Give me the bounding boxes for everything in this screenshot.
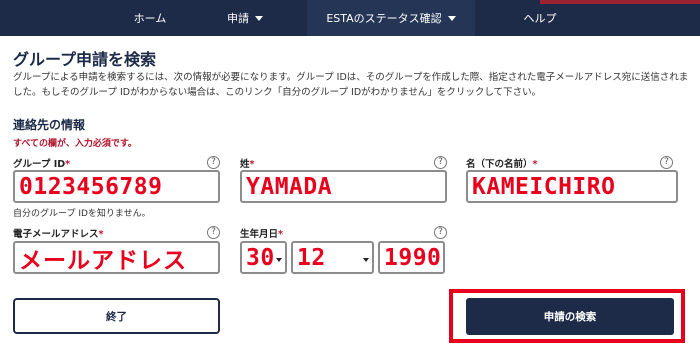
nav-item-label: ホーム bbox=[133, 12, 167, 25]
search-application-button[interactable]: 申請の検索 bbox=[466, 298, 674, 335]
page-description: グループによる申請を検索するには、次の情報が必要になります。グループ IDは、そ… bbox=[13, 72, 689, 98]
group-id-value: 0123456789 bbox=[19, 173, 163, 200]
last-name-label: 姓* bbox=[240, 159, 255, 170]
birth-year-input[interactable]: 1990 bbox=[378, 241, 445, 274]
birth-month-select[interactable]: 12 bbox=[291, 241, 374, 274]
email-value: メールアドレス bbox=[19, 247, 187, 274]
required-mark: * bbox=[65, 159, 71, 170]
question-circle-icon[interactable]: ? bbox=[207, 226, 220, 239]
last-name-value: YAMADA bbox=[246, 173, 333, 200]
caret-down-icon bbox=[363, 258, 369, 262]
question-circle-icon[interactable]: ? bbox=[660, 156, 673, 169]
required-note: すべての欄が、入力必須です。 bbox=[13, 139, 137, 149]
nav-item-label: ヘルプ bbox=[523, 12, 557, 25]
end-button[interactable]: 終了 bbox=[13, 298, 220, 334]
caret-down-icon bbox=[255, 15, 263, 21]
nav-item-home[interactable]: ホーム bbox=[105, 0, 195, 36]
top-navbar: ホーム 申請 ESTAのステータス確認 ヘルプ bbox=[0, 0, 700, 36]
first-name-input[interactable]: KAMEICHIRO bbox=[466, 170, 678, 203]
question-circle-icon[interactable]: ? bbox=[434, 226, 447, 239]
first-name-label: 名（下の名前）* bbox=[466, 159, 538, 170]
first-name-value: KAMEICHIRO bbox=[472, 173, 616, 200]
forgot-group-id-link[interactable]: 自分のグループ IDを知りません。 bbox=[13, 206, 151, 219]
nav-item-label: ESTAのステータス確認 bbox=[326, 12, 442, 25]
nav-item-status-check[interactable]: ESTAのステータス確認 bbox=[307, 0, 475, 36]
question-circle-icon[interactable]: ? bbox=[207, 156, 220, 169]
required-mark: * bbox=[249, 159, 255, 170]
required-mark: * bbox=[278, 229, 283, 240]
nav-item-apply[interactable]: 申請 bbox=[205, 0, 285, 36]
email-label: 電子メールアドレス* bbox=[13, 229, 104, 240]
email-input[interactable]: メールアドレス bbox=[13, 241, 220, 274]
birth-day-select[interactable]: 30 bbox=[240, 241, 287, 274]
nav-item-help[interactable]: ヘルプ bbox=[500, 0, 580, 36]
last-name-input[interactable]: YAMADA bbox=[240, 170, 447, 203]
page-title: グループ申請を検索 bbox=[13, 50, 157, 69]
required-mark: * bbox=[98, 229, 104, 240]
group-id-label: グループ ID* bbox=[13, 159, 71, 170]
birth-day-value: 30 bbox=[246, 244, 275, 271]
birth-month-value: 12 bbox=[297, 244, 326, 271]
caret-down-icon bbox=[447, 15, 456, 21]
birthdate-label: 生年月日* bbox=[240, 229, 283, 240]
nav-item-label: 申請 bbox=[227, 12, 249, 25]
birth-year-value: 1990 bbox=[384, 244, 442, 271]
group-id-input[interactable]: 0123456789 bbox=[13, 170, 220, 203]
required-mark: * bbox=[532, 159, 538, 170]
caret-down-icon bbox=[276, 258, 282, 262]
question-circle-icon[interactable]: ? bbox=[434, 156, 447, 169]
section-title: 連絡先の情報 bbox=[13, 118, 86, 132]
